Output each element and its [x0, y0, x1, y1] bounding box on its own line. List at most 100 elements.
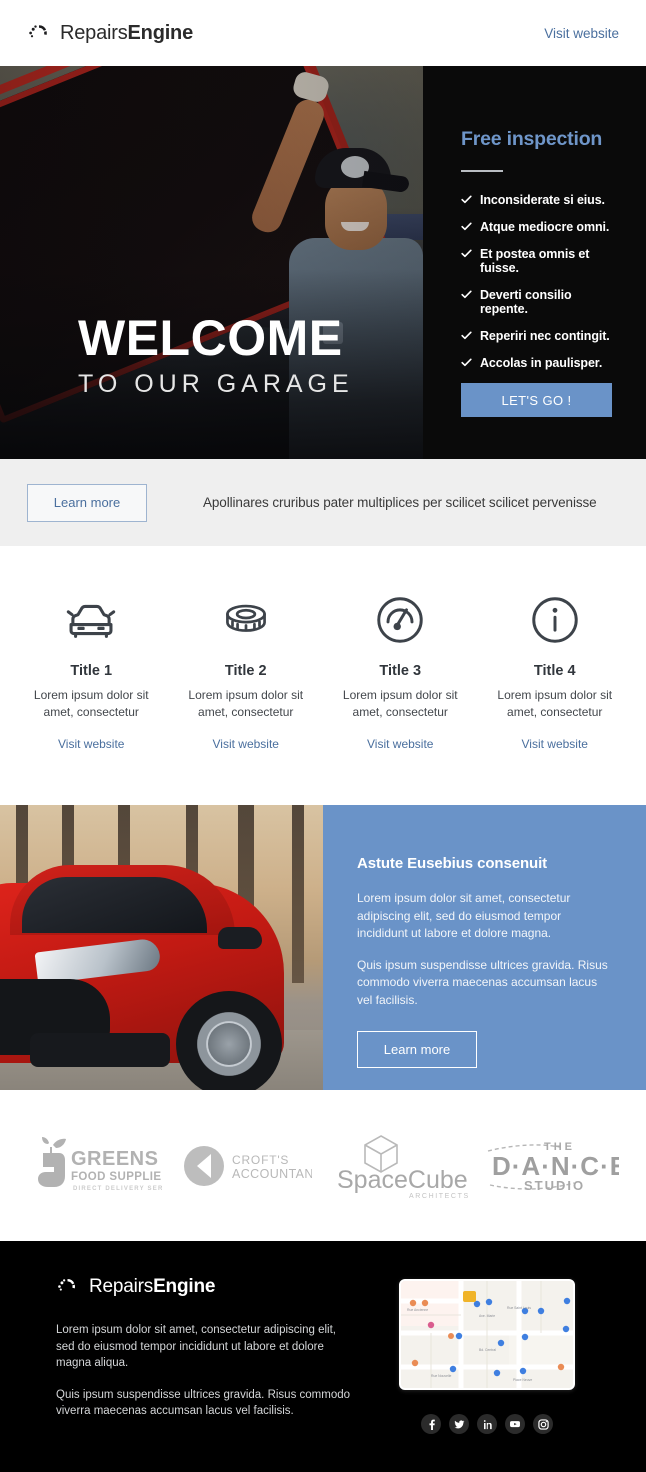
hero-section: WELCOME TO OUR GARAGE Free inspection In… — [0, 66, 646, 459]
check-icon — [461, 248, 472, 259]
panel-divider — [461, 170, 503, 172]
logo-line-3: STUDIO — [524, 1178, 585, 1193]
check-icon — [461, 357, 472, 368]
svg-text:Ave. Marie: Ave. Marie — [479, 1314, 495, 1318]
cta-strip: Learn more Apollinares cruribus pater mu… — [0, 459, 646, 546]
feature-card-4: Title 4 Lorem ipsum dolor sit amet, cons… — [478, 594, 633, 753]
the-dance-studio-logo: THE D·A·N·C·E STUDIO — [476, 1135, 629, 1197]
svg-text:Rue Ancienne: Rue Ancienne — [407, 1308, 428, 1312]
footer-brand-logo[interactable]: RepairsEngine — [56, 1275, 356, 1299]
check-icon — [461, 289, 472, 300]
feature-visit-website-link[interactable]: Visit website — [367, 737, 433, 751]
split-learn-more-button[interactable]: Learn more — [357, 1031, 477, 1068]
cta-learn-more-button[interactable]: Learn more — [27, 483, 147, 522]
feature-description: Lorem ipsum dolor sit amet, consectetur — [342, 688, 458, 719]
footer-brand-wordmark: RepairsEngine — [89, 1276, 215, 1298]
check-icon — [461, 330, 472, 341]
check-icon — [461, 221, 472, 232]
map-thumbnail[interactable]: Ave. Marie Rue Ancienne Rue Saint Louis Bd… — [399, 1279, 575, 1390]
brand-prefix: Repairs — [60, 21, 128, 44]
panel-title: Free inspection — [461, 128, 603, 150]
feature-visit-website-link[interactable]: Visit website — [58, 737, 124, 751]
logo-line-3: DIRECT DELIVERY SERVICE — [73, 1186, 162, 1192]
lets-go-button[interactable]: LET'S GO ! — [461, 383, 612, 417]
tire-icon — [177, 594, 316, 646]
logo-line-2: ACCOUNTANTS — [232, 1167, 312, 1181]
svg-text:Place Neuve: Place Neuve — [513, 1378, 532, 1382]
car-windshield — [22, 877, 207, 933]
list-item-label: Deverti consilio repente. — [480, 288, 572, 316]
feature-card-1: Title 1 Lorem ipsum dolor sit amet, cons… — [14, 594, 169, 753]
split-section: Astute Eusebius consenuit Lorem ipsum do… — [0, 805, 646, 1090]
list-item: Deverti consilio repente. — [461, 288, 618, 316]
youtube-icon[interactable] — [505, 1414, 525, 1434]
feature-title: Title 4 — [533, 663, 576, 679]
feature-title: Title 1 — [70, 663, 113, 679]
feature-card-2: Title 2 Lorem ipsum dolor sit amet, cons… — [169, 594, 324, 753]
linkedin-icon[interactable] — [477, 1414, 497, 1434]
facebook-icon[interactable] — [421, 1414, 441, 1434]
footer-left-column: RepairsEngine Lorem ipsum dolor sit amet… — [56, 1275, 356, 1472]
brand-logo[interactable]: RepairsEngine — [27, 21, 193, 45]
list-item-label: Reperiri nec contingit. — [480, 329, 610, 343]
logo-line-1: CROFT'S — [232, 1153, 289, 1167]
speedometer-icon — [331, 594, 470, 646]
car-side-mirror — [218, 927, 262, 949]
svg-text:Rue Saint Louis: Rue Saint Louis — [507, 1306, 531, 1310]
list-item: Reperiri nec contingit. — [461, 329, 618, 343]
split-text-panel: Astute Eusebius consenuit Lorem ipsum do… — [323, 805, 646, 1090]
feature-title: Title 2 — [224, 663, 267, 679]
footer-brand-suffix: Engine — [153, 1276, 216, 1297]
feature-description: Lorem ipsum dolor sit amet, consectetur — [188, 688, 304, 719]
logo-line-2: ARCHITECTS — [409, 1193, 469, 1200]
hero-subtitle: TO OUR GARAGE — [78, 370, 354, 398]
gauge-arc-icon — [27, 21, 51, 45]
greens-food-suppliers-logo: GREENS FOOD SUPPLIERS DIRECT DELIVERY SE… — [18, 1135, 171, 1197]
logo-line-2: D·A·N·C·E — [492, 1151, 619, 1181]
crofts-accountants-logo: CROFT'S ACCOUNTANTS — [171, 1142, 324, 1190]
tree-trunk — [292, 805, 304, 983]
feature-visit-website-link[interactable]: Visit website — [213, 737, 279, 751]
feature-visit-website-link[interactable]: Visit website — [522, 737, 588, 751]
car-front-icon — [22, 594, 161, 646]
logo-line-2: FOOD SUPPLIERS — [71, 1171, 162, 1183]
hero-photo-mechanic — [0, 66, 423, 459]
footer-brand-prefix: Repairs — [89, 1276, 154, 1297]
info-circle-icon — [486, 594, 625, 646]
footer-paragraph-1: Lorem ipsum dolor sit amet, consectetur … — [56, 1324, 336, 1369]
list-item-label: Inconsiderate si eius. — [480, 193, 605, 207]
social-links-row — [421, 1414, 553, 1434]
feature-description: Lorem ipsum dolor sit amet, consectetur — [33, 688, 149, 719]
split-title: Astute Eusebius consenuit — [357, 855, 548, 872]
hero-info-panel: Free inspection Inconsiderate si eius. A… — [423, 66, 646, 459]
feature-card-3: Title 3 Lorem ipsum dolor sit amet, cons… — [323, 594, 478, 753]
free-inspection-list: Inconsiderate si eius. Atque mediocre om… — [461, 193, 618, 370]
feature-description: Lorem ipsum dolor sit amet, consectetur — [497, 688, 613, 719]
cta-strip-text: Apollinares cruribus pater multiplices p… — [203, 495, 597, 510]
spacecube-logo: SpaceCube ARCHITECTS — [323, 1130, 476, 1202]
car-wheel-hub — [208, 1023, 250, 1065]
brand-suffix: Engine — [127, 21, 194, 44]
feature-title: Title 3 — [379, 663, 422, 679]
hero-heading-group: WELCOME TO OUR GARAGE — [78, 313, 354, 399]
client-logos-section: GREENS FOOD SUPPLIERS DIRECT DELIVERY SE… — [0, 1090, 646, 1241]
footer-right-column: Ave. Marie Rue Ancienne Rue Saint Louis Bd… — [356, 1275, 618, 1472]
hero-title: WELCOME — [78, 310, 343, 366]
svg-text:Rue Nouvelle: Rue Nouvelle — [431, 1374, 451, 1378]
list-item-label: Et postea omnis et fuisse. — [480, 247, 590, 275]
split-paragraph-2: Quis ipsum suspendisse ultrices gravida.… — [357, 957, 608, 1007]
features-section: Title 1 Lorem ipsum dolor sit amet, cons… — [0, 546, 646, 805]
twitter-icon[interactable] — [449, 1414, 469, 1434]
instagram-icon[interactable] — [533, 1414, 553, 1434]
site-footer: RepairsEngine Lorem ipsum dolor sit amet… — [0, 1241, 646, 1472]
footer-paragraph-2: Quis ipsum suspendisse ultrices gravida.… — [56, 1388, 351, 1418]
logo-line-1: SpaceCube — [337, 1166, 468, 1194]
red-car-photo — [0, 805, 323, 1090]
list-item: Atque mediocre omni. — [461, 220, 618, 234]
header-visit-website-link[interactable]: Visit website — [544, 26, 619, 41]
check-icon — [461, 194, 472, 205]
svg-text:Bd. Central: Bd. Central — [479, 1348, 496, 1352]
list-item: Et postea omnis et fuisse. — [461, 247, 618, 275]
gauge-arc-icon — [56, 1275, 80, 1299]
list-item-label: Atque mediocre omni. — [480, 220, 610, 234]
